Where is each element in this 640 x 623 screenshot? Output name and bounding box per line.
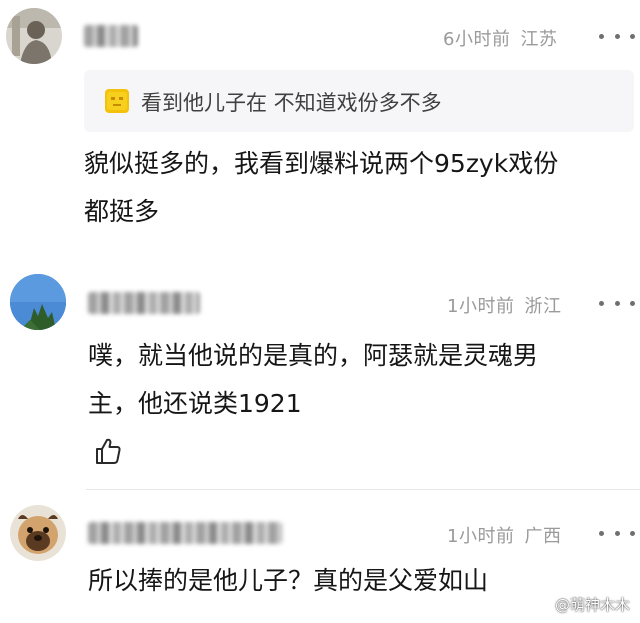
comment-text: 貌似挺多的，我看到爆料说两个95zyk戏份 都挺多 [84, 140, 558, 236]
comment-meta: 1小时前 浙江 [447, 292, 561, 318]
thumbs-up-icon[interactable] [93, 436, 123, 466]
comment-line: 都挺多 [84, 197, 160, 226]
avatar-image [10, 505, 66, 561]
username-blurred[interactable] [84, 25, 138, 47]
more-options-button[interactable] [599, 26, 635, 46]
quoted-text: 看到他儿子在 不知道戏份多不多 [141, 91, 442, 115]
username-blurred[interactable] [88, 522, 282, 544]
avatar[interactable] [10, 274, 66, 330]
username-blurred[interactable] [88, 292, 200, 314]
comment-meta: 6小时前 江苏 [443, 25, 557, 51]
comment-item: 1小时前 广西 所以捧的是他儿子？真的是父爱如山 [0, 490, 640, 623]
comment-line: 貌似挺多的，我看到爆料说两个95zyk戏份 [84, 149, 559, 178]
comment-time: 1小时前 [447, 296, 515, 317]
comment-location: 江苏 [520, 29, 558, 50]
comment-location: 广西 [524, 526, 562, 547]
watermark: @萌神木木 [554, 596, 630, 614]
avatar[interactable] [10, 505, 66, 561]
quoted-reply[interactable]: 看到他儿子在 不知道戏份多不多 [84, 70, 634, 132]
more-options-button[interactable] [599, 523, 635, 543]
more-options-button[interactable] [599, 293, 635, 313]
avatar[interactable] [6, 8, 62, 64]
comment-time: 1小时前 [447, 526, 515, 547]
avatar-image [6, 8, 62, 64]
comment-line: 所以捧的是他儿子？真的是父爱如山 [88, 566, 489, 595]
comment-line: 主，他还说类1921 [88, 389, 302, 418]
comment-item: 1小时前 浙江 噗，就当他说的是真的，阿瑟就是灵魂男 主，他还说类1921 [0, 240, 640, 490]
comment-item: 6小时前 江苏 看到他儿子在 不知道戏份多不多 貌似挺多的，我看到爆料说两个95z… [0, 0, 640, 240]
comment-text: 所以捧的是他儿子？真的是父爱如山 [88, 557, 488, 605]
comment-meta: 1小时前 广西 [447, 522, 561, 548]
emoji-face-icon [105, 89, 129, 113]
comment-text: 噗，就当他说的是真的，阿瑟就是灵魂男 主，他还说类1921 [88, 332, 538, 428]
comment-line: 噗，就当他说的是真的，阿瑟就是灵魂男 [88, 341, 539, 370]
comment-time: 6小时前 [443, 29, 511, 50]
comment-location: 浙江 [524, 296, 562, 317]
avatar-image [10, 274, 66, 330]
